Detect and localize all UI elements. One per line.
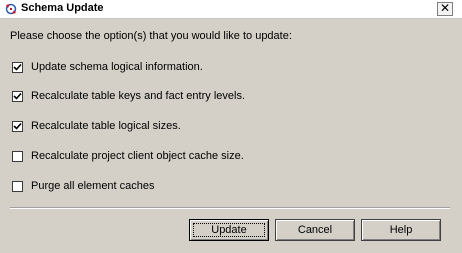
cancel-button[interactable]: Cancel: [275, 219, 355, 241]
option-purge-caches[interactable]: Purge all element caches: [12, 179, 155, 193]
option-label: Update schema logical information.: [31, 61, 203, 73]
focus-ring: [193, 223, 265, 237]
title-bar: Schema Update ✕: [0, 0, 462, 19]
update-button[interactable]: Update: [189, 219, 269, 241]
schema-update-app-icon: [4, 2, 18, 16]
option-label: Recalculate table keys and fact entry le…: [31, 90, 246, 102]
checkmark-icon: [13, 63, 22, 71]
checkbox-recalc-keys[interactable]: [12, 90, 23, 102]
close-icon: ✕: [439, 1, 451, 15]
close-button[interactable]: ✕: [437, 2, 453, 16]
prompt-text: Please choose the option(s) that you wou…: [10, 30, 292, 42]
option-label: Purge all element caches: [31, 180, 155, 192]
checkmark-icon: [13, 92, 22, 100]
checkbox-update-schema-logical[interactable]: [12, 61, 23, 73]
option-label: Recalculate table logical sizes.: [31, 120, 181, 132]
checkbox-recalc-sizes[interactable]: [12, 120, 23, 132]
option-label: Recalculate project client object cache …: [31, 150, 244, 162]
separator: [10, 207, 450, 209]
checkmark-icon: [13, 122, 22, 130]
window-title: Schema Update: [21, 2, 104, 14]
option-recalc-cache-size[interactable]: Recalculate project client object cache …: [12, 149, 244, 163]
cancel-button-label: Cancel: [297, 224, 333, 236]
option-recalc-keys[interactable]: Recalculate table keys and fact entry le…: [12, 89, 245, 103]
schema-update-dialog: Schema Update ✕ Please choose the option…: [0, 0, 462, 253]
help-button[interactable]: Help: [361, 219, 441, 241]
option-update-schema-logical[interactable]: Update schema logical information.: [12, 60, 203, 74]
checkbox-recalc-cache-size[interactable]: [12, 150, 23, 162]
help-button-label: Help: [389, 224, 413, 236]
checkbox-purge-caches[interactable]: [12, 180, 23, 192]
option-recalc-sizes[interactable]: Recalculate table logical sizes.: [12, 119, 181, 133]
